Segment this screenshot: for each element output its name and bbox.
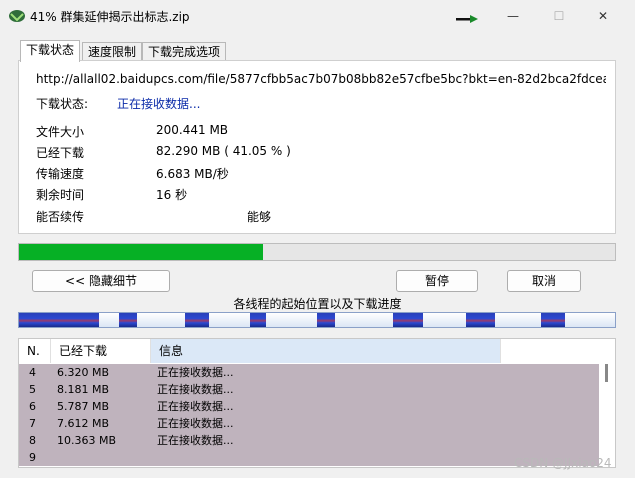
progress-fill	[19, 244, 263, 260]
threads-title: 各线程的起始位置以及下载进度	[233, 297, 402, 311]
thread-number: 9	[29, 451, 36, 464]
thread-number: 8	[29, 434, 36, 447]
table-row[interactable]: 6 5.787 MB 正在接收数据...	[19, 398, 599, 415]
downloaded-value: 82.290 MB ( 41.05 % )	[156, 144, 291, 158]
thread-segment	[317, 313, 335, 327]
thread-segment	[19, 313, 99, 327]
hide-details-button[interactable]: << 隐藏细节	[32, 270, 170, 292]
thread-downloaded: 10.363 MB	[57, 434, 117, 447]
maximize-button[interactable]: ☐	[536, 0, 582, 32]
tab-download-status[interactable]: 下载状态	[20, 40, 81, 62]
scrollbar-thumb[interactable]	[605, 364, 608, 382]
thread-downloaded: 6.320 MB	[57, 366, 110, 379]
thread-info: 正在接收数据...	[157, 400, 234, 413]
thread-info: 正在接收数据...	[157, 434, 234, 447]
cancel-button[interactable]: 取消	[507, 270, 581, 292]
thread-downloaded: 5.787 MB	[57, 400, 110, 413]
column-header-downloaded[interactable]: 已经下载	[51, 339, 151, 363]
thread-downloaded: 8.181 MB	[57, 383, 110, 396]
thread-segments-bar	[18, 312, 616, 328]
resume-value: 能够	[247, 210, 272, 224]
download-arrow-icon	[456, 15, 478, 23]
thread-segment	[185, 313, 209, 327]
title-bar: 41% 群集延伸揭示出标志.zip — ☐ ✕	[0, 0, 635, 32]
threads-table[interactable]: N. 已经下载 信息 4 6.320 MB 正在接收数据... 5 8.181 MB 正在…	[18, 338, 616, 468]
table-row[interactable]: 4 6.320 MB 正在接收数据...	[19, 364, 599, 381]
thread-segment	[466, 313, 495, 327]
minimize-button[interactable]: —	[490, 0, 536, 32]
thread-info: 正在接收数据...	[157, 417, 234, 430]
idm-app-icon	[9, 10, 25, 22]
downloaded-label: 已经下载	[36, 146, 85, 160]
thread-number: 4	[29, 366, 36, 379]
table-scrollbar[interactable]	[599, 339, 615, 467]
resume-label: 能否续传	[36, 210, 85, 224]
download-progress-bar	[18, 243, 616, 261]
table-row[interactable]: 8 10.363 MB 正在接收数据...	[19, 432, 599, 449]
download-info-panel: http://allall02.baidupcs.com/file/5877cf…	[18, 60, 616, 234]
thread-number: 5	[29, 383, 36, 396]
speed-value: 6.683 MB/秒	[156, 167, 229, 181]
table-row[interactable]: 7 7.612 MB 正在接收数据...	[19, 415, 599, 432]
thread-downloaded: 7.612 MB	[57, 417, 110, 430]
table-row[interactable]: 5 8.181 MB 正在接收数据...	[19, 381, 599, 398]
tab-speed-limit[interactable]: 速度限制	[82, 42, 143, 61]
download-url: http://allall02.baidupcs.com/file/5877cf…	[36, 72, 606, 86]
file-size-value: 200.441 MB	[156, 123, 229, 137]
window-title: 41% 群集延伸揭示出标志.zip	[30, 10, 190, 24]
status-label: 下载状态:	[36, 97, 89, 111]
thread-segment	[393, 313, 423, 327]
thread-segment	[119, 313, 137, 327]
close-button[interactable]: ✕	[580, 0, 626, 32]
column-header-n[interactable]: N.	[19, 339, 51, 363]
watermark: CSDN @JJxiao24	[514, 456, 612, 470]
thread-number: 6	[29, 400, 36, 413]
time-left-value: 16 秒	[156, 188, 188, 202]
pause-button[interactable]: 暂停	[396, 270, 478, 292]
thread-info: 正在接收数据...	[157, 383, 234, 396]
status-value: 正在接收数据...	[117, 97, 201, 111]
thread-info: 正在接收数据...	[157, 366, 234, 379]
speed-label: 传输速度	[36, 167, 85, 181]
thread-segment	[541, 313, 565, 327]
time-left-label: 剩余时间	[36, 188, 85, 202]
column-header-info[interactable]: 信息	[151, 339, 501, 363]
file-size-label: 文件大小	[36, 125, 85, 139]
tab-completion-options[interactable]: 下载完成选项	[142, 42, 227, 61]
thread-segment	[250, 313, 266, 327]
table-body: 4 6.320 MB 正在接收数据... 5 8.181 MB 正在接收数据... 6 5.7…	[19, 364, 599, 466]
thread-number: 7	[29, 417, 36, 430]
table-header: N. 已经下载 信息	[19, 339, 599, 363]
table-row[interactable]: 9	[19, 449, 599, 466]
